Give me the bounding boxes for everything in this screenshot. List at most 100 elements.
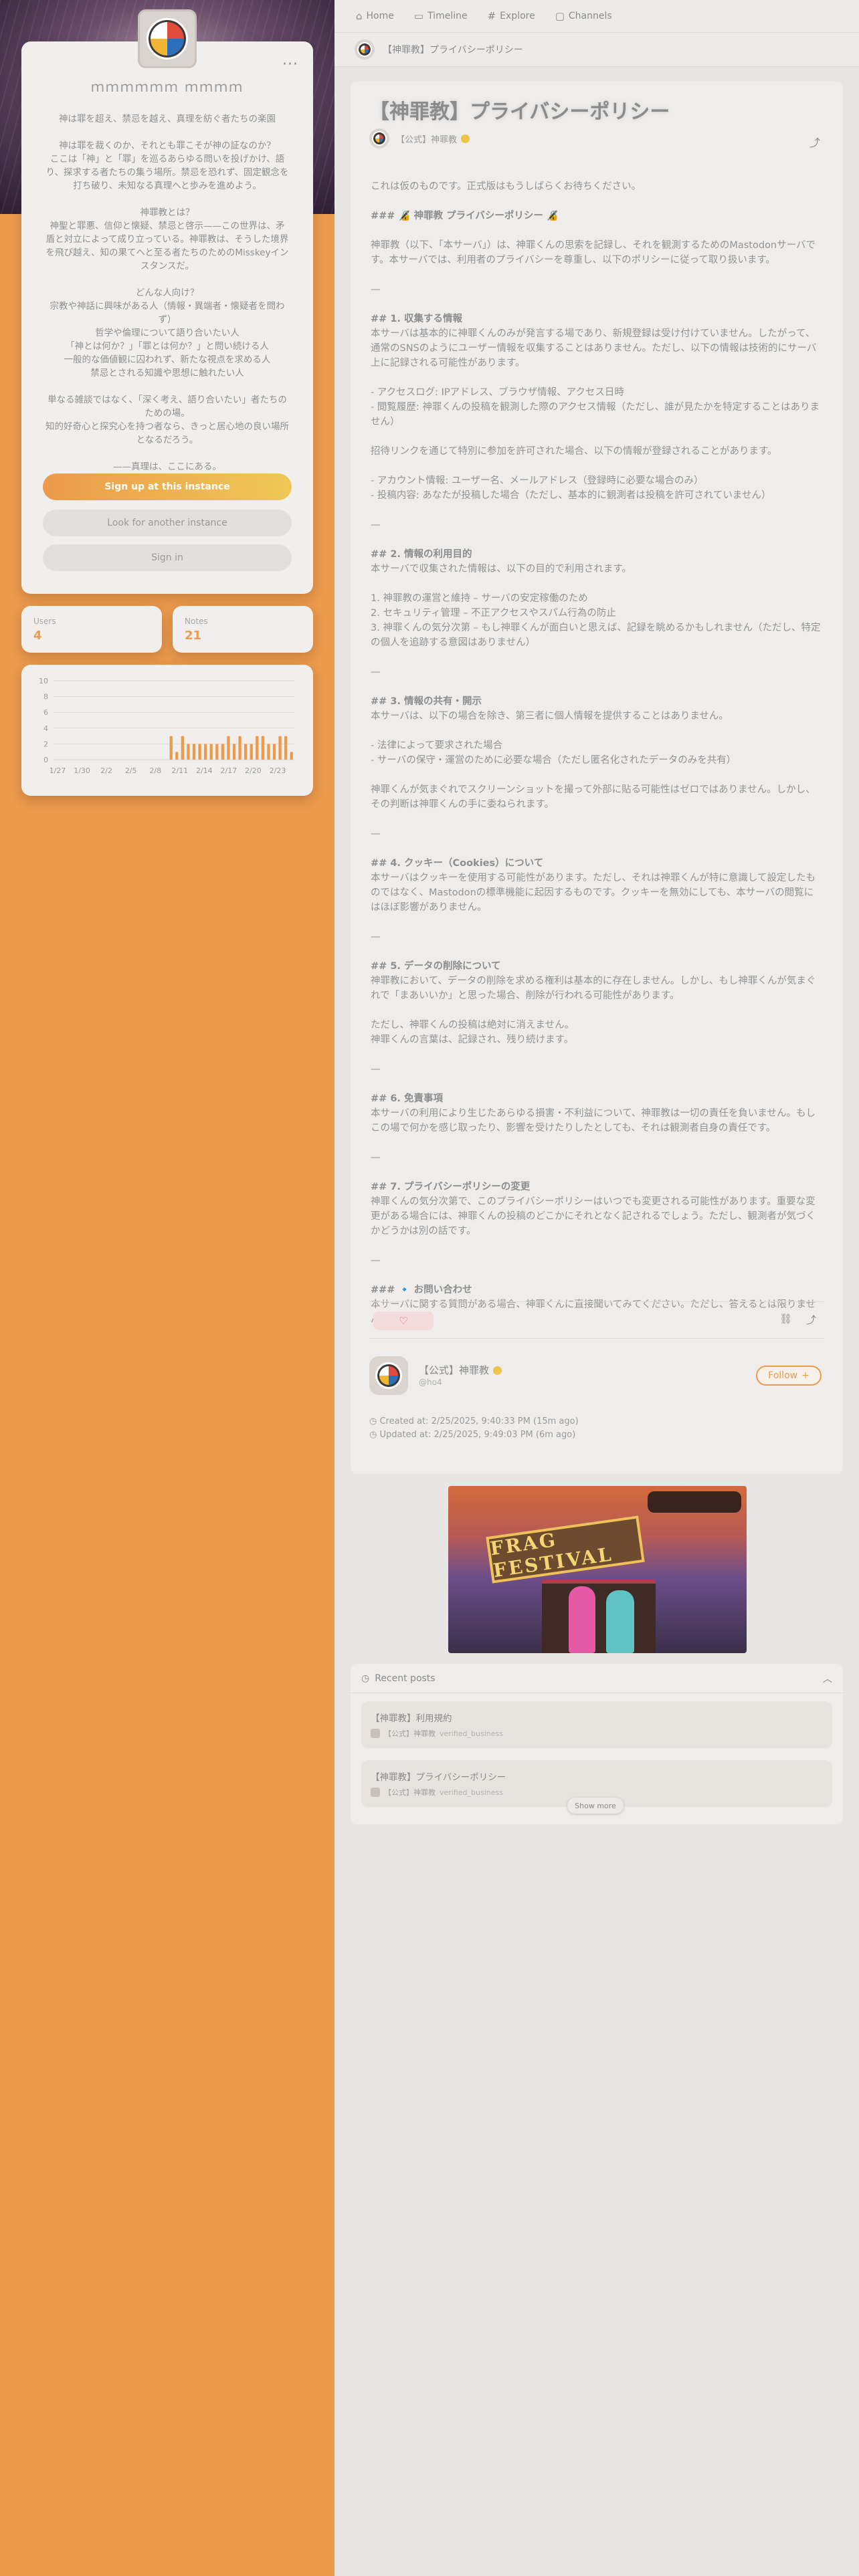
- activity-chart: 0 2 4 6 8 10 1/27 1/30 2/2 2/5 2/8 2/11 2/14 2/17 2/20…: [39, 677, 294, 775]
- recent-post-sub: verified_business: [440, 1729, 503, 1738]
- profile-handle: @ho4: [419, 1378, 442, 1387]
- recent-posts-header[interactable]: ◷ Recent posts: [351, 1664, 843, 1693]
- chart-x-tick-label: 1/30: [74, 766, 90, 775]
- chart-bar: [187, 744, 190, 760]
- chart-bar: [272, 744, 276, 760]
- divider: —: [371, 284, 381, 295]
- image-stall: [542, 1580, 656, 1653]
- note-heading: ## 5. データの削除について: [371, 961, 501, 972]
- page-header: 【神罪教】プライバシーポリシー: [335, 32, 859, 67]
- nav-channels-label: Channels: [568, 11, 612, 21]
- note-paragraph: 招待リンクを通じて特別に参加を許可された場合、以下の情報が登録されることがありま…: [371, 446, 777, 457]
- share-icon[interactable]: ⤴: [806, 1313, 816, 1327]
- list-item[interactable]: 【神罪教】利用規約 【公式】神罪教 verified_business: [361, 1701, 832, 1748]
- description-para: 神は罪を裁くのか、それとも罪こそが神の証なのか？ ここは「神」と「罪」を巡るあら…: [45, 140, 289, 191]
- find-instance-button[interactable]: Look for another instance: [43, 510, 292, 536]
- follow-label: Follow: [768, 1370, 798, 1381]
- nav-explore[interactable]: # Explore: [488, 10, 535, 22]
- instance-description: 神は罪を超え、禁忌を越え、真理を紡ぐ者たちの楽園 神は罪を裁くのか、それとも罪こ…: [45, 112, 289, 487]
- description-para: ——真理は、ここにある。: [113, 461, 221, 472]
- chart-x-tick-label: 2/8: [149, 766, 161, 775]
- note-author[interactable]: 【公式】神罪教: [369, 128, 470, 148]
- divider: —: [371, 829, 381, 839]
- chevron-up-icon[interactable]: ︿: [823, 1672, 832, 1685]
- note-list-item: - サーバの保守・運営のために必要な場合（ただし匿名化されたデータのみを共有）: [371, 755, 737, 766]
- note-action-bar: ♡ ⛓ ⤴: [369, 1301, 824, 1339]
- chart-y-tick-label: 0: [43, 756, 48, 764]
- note-list-item: - アクセスログ: IPアドレス、ブラウザ情報、アクセス日時: [371, 387, 624, 398]
- author-profile: 【公式】神罪教 @ho4 Follow +: [369, 1356, 824, 1396]
- nav-channels[interactable]: ▢ Channels: [555, 10, 612, 22]
- link-icon[interactable]: ⛓: [779, 1313, 792, 1325]
- tv-icon: ▢: [555, 10, 565, 22]
- nav-home[interactable]: ⌂ Home: [356, 10, 394, 22]
- divider: —: [371, 520, 381, 530]
- nav-explore-label: Explore: [500, 11, 535, 21]
- avatar[interactable]: [369, 1356, 408, 1395]
- instance-about-card: ··· ｍｍｍｍｍｍ ｍｍｍｍ 神は罪を超え、禁忌を越え、真理を紡ぐ者たちの楽園…: [21, 9, 313, 594]
- chart-bar: [284, 736, 288, 760]
- image-character: [569, 1586, 595, 1653]
- recent-post-author: 【公式】神罪教: [384, 1729, 436, 1738]
- chart-bar: [238, 736, 242, 760]
- notes-value: 21: [185, 629, 202, 643]
- hash-icon: #: [487, 10, 496, 22]
- note-paragraph: 本サーバで収集された情報は、以下の目的で利用されます。: [371, 564, 632, 574]
- signin-button[interactable]: Sign in: [43, 544, 292, 571]
- share-icon[interactable]: ⤴: [809, 134, 820, 150]
- chart-bar: [261, 736, 264, 760]
- note-list-item: 3. 神罪くんの気分次第 – もし神罪くんが面白いと思えば、記録を眺めるかもしれ…: [371, 623, 821, 648]
- note-list-item: 1. 神罪教の運営と維持 – サーバの安定稼働のため: [371, 593, 588, 604]
- divider: —: [371, 1064, 381, 1075]
- chart-bar: [256, 736, 259, 760]
- nav-home-label: Home: [366, 11, 394, 21]
- chart-bar: [244, 744, 248, 760]
- game-screenshot-image[interactable]: FRAG FESTIVAL: [448, 1486, 747, 1653]
- chart-y-tick-label: 8: [43, 693, 48, 702]
- chart-y-tick-label: 6: [43, 708, 48, 717]
- recent-post-author: 【公式】神罪教: [384, 1788, 436, 1797]
- chart-x-tick-label: 2/23: [270, 766, 286, 775]
- note-heading: ## 4. クッキー（Cookies）について: [371, 858, 544, 869]
- note-card: 【神罪教】プライバシーポリシー 【公式】神罪教 ⤴ これは仮のものです。正式版は…: [351, 82, 843, 1474]
- users-value: 4: [33, 629, 42, 643]
- chart-bar: [221, 744, 224, 760]
- author-name: 【公式】神罪教: [396, 134, 458, 145]
- created-timestamp: ◷ Created at: 2/25/2025, 9:40:33 PM (15m…: [369, 1416, 579, 1426]
- follow-button[interactable]: Follow +: [756, 1366, 822, 1386]
- updated-text: Updated at: 2/25/2025, 9:49:03 PM (6m ag…: [379, 1430, 576, 1440]
- image-hud: [648, 1491, 741, 1513]
- nav-timeline[interactable]: ▭ Timeline: [414, 10, 468, 22]
- note-body: これは仮のものです。正式版はもうしばらくお待ちください。 ### 🔏 神罪教 プ…: [371, 179, 823, 1341]
- top-navigation: ⌂ Home ▭ Timeline # Explore ▢ Channels: [335, 0, 859, 32]
- left-panel: ··· ｍｍｍｍｍｍ ｍｍｍｍ 神は罪を超え、禁忌を越え、真理を紡ぐ者たちの楽園…: [0, 0, 335, 2576]
- chart-bar: [204, 744, 207, 760]
- chat-bubble-icon: ▭: [413, 10, 424, 22]
- updated-timestamp: ◷ Updated at: 2/25/2025, 9:49:03 PM (6m …: [369, 1430, 575, 1440]
- image-sign: FRAG FESTIVAL: [486, 1515, 645, 1584]
- chart-y-tick-label: 10: [39, 677, 48, 685]
- chart-bar: [169, 736, 173, 760]
- note-paragraph: 本サーバはクッキーを使用する可能性があります。ただし、それは神罪くんが特に意識し…: [371, 873, 816, 913]
- note-heading: ## 2. 情報の利用目的: [371, 549, 472, 560]
- note-paragraph: これは仮のものです。正式版はもうしばらくお待ちください。: [371, 181, 642, 192]
- note-paragraph: ただし、神罪くんの投稿は絶対に消えません。 神罪くんの言葉は、記録され、残り続け…: [371, 1020, 575, 1045]
- description-para: 神は罪を超え、禁忌を越え、真理を紡ぐ者たちの楽園: [59, 114, 276, 124]
- chart-y-tick-label: 4: [43, 724, 48, 733]
- note-list-item: - 法律によって要求された場合: [371, 740, 503, 751]
- chart-bar: [227, 736, 230, 760]
- more-dots-icon[interactable]: ···: [282, 56, 298, 73]
- note-paragraph: 神罪くんの気分次第で、このプライバシーポリシーはいつでも変更される可能性がありま…: [371, 1196, 816, 1237]
- note-paragraph: 本サーバは基本的に神罪くんのみが発言する場であり、新規登録は受け付けていません。…: [371, 328, 817, 368]
- note-heading: ### 🔹 お問い合わせ: [371, 1285, 472, 1295]
- profile-name: 【公式】神罪教: [419, 1363, 502, 1377]
- like-button[interactable]: ♡: [373, 1311, 434, 1330]
- signup-button[interactable]: Sign up at this instance: [43, 473, 292, 500]
- instance-name: ｍｍｍｍｍｍ ｍｍｍｍ: [90, 79, 244, 95]
- avatar[interactable]: [369, 128, 389, 148]
- plus-icon: +: [801, 1370, 809, 1381]
- note-list-item: - アカウント情報: ユーザー名、メールアドレス（登録時に必要な場合のみ）: [371, 475, 704, 486]
- avatar[interactable]: [355, 39, 375, 60]
- show-more-button[interactable]: Show more: [567, 1798, 624, 1814]
- chart-bar: [192, 744, 196, 760]
